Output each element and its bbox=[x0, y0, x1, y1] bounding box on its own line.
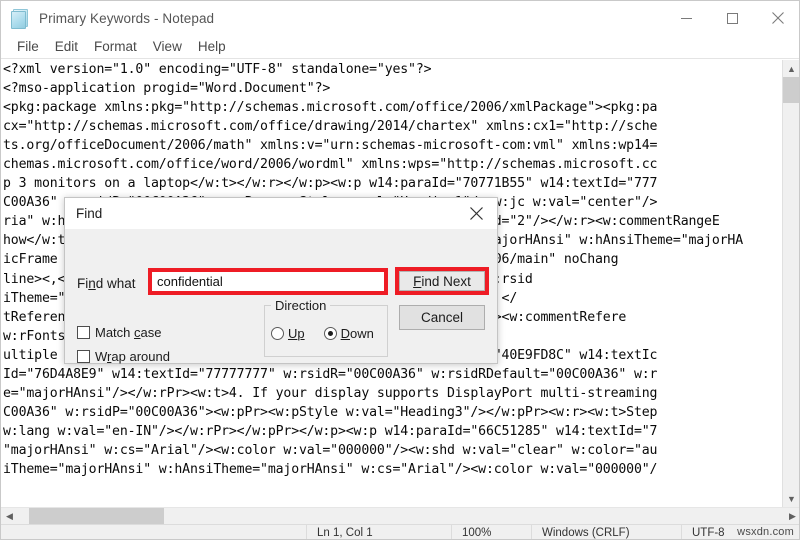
find-dialog-title-bar: Find bbox=[65, 198, 497, 229]
editor-line: <?mso-application progid="Word.Document"… bbox=[3, 81, 331, 97]
editor-line: C00A36" w:rsidP="00C00A36"><w:pPr><w:pSt… bbox=[3, 404, 658, 420]
window-title: Primary Keywords - Notepad bbox=[39, 10, 215, 26]
menu-format[interactable]: Format bbox=[86, 38, 145, 55]
editor-line: Id="76D4A8E9" w14:textId="77777777" w:rs… bbox=[3, 366, 658, 382]
vertical-scrollbar[interactable]: ▲ ▼ bbox=[782, 60, 799, 507]
radio-direction-down[interactable]: Down bbox=[323, 326, 374, 341]
status-zoom: 100% bbox=[451, 525, 531, 539]
find-what-label: Find what bbox=[77, 276, 136, 291]
wrap-around-checkbox-row[interactable]: Wrap around bbox=[77, 349, 170, 364]
minimize-icon[interactable] bbox=[663, 1, 709, 35]
status-line-ending: Windows (CRLF) bbox=[531, 525, 681, 539]
match-case-checkbox-row[interactable]: Match case bbox=[77, 325, 161, 340]
editor-line: chemas.microsoft.com/office/word/2006/wo… bbox=[3, 157, 658, 173]
find-what-input[interactable] bbox=[152, 272, 384, 291]
horizontal-scroll-thumb[interactable] bbox=[29, 508, 164, 525]
editor-line: cx="http://schemas.microsoft.com/office/… bbox=[3, 119, 658, 135]
status-bar: Ln 1, Col 1 100% Windows (CRLF) UTF-8 bbox=[1, 524, 799, 539]
menu-bar: File Edit Format View Help bbox=[1, 35, 799, 59]
match-case-checkbox[interactable] bbox=[77, 326, 90, 339]
editor-line: <pkg:package xmlns:pkg="http://schemas.m… bbox=[3, 100, 658, 116]
editor-line: <?xml version="1.0" encoding="UTF-8" sta… bbox=[3, 62, 432, 77]
editor-line: p 3 monitors on a laptop</w:t></w:r></w:… bbox=[3, 176, 658, 192]
editor-line: e="majorHAnsi"/></w:rPr><w:t>4. If your … bbox=[3, 385, 658, 401]
wrap-around-label: Wrap around bbox=[95, 349, 170, 364]
scroll-down-icon[interactable]: ▼ bbox=[783, 490, 799, 507]
menu-file[interactable]: File bbox=[9, 38, 47, 55]
radio-up-indicator bbox=[271, 327, 284, 340]
close-icon[interactable] bbox=[755, 1, 799, 35]
menu-help[interactable]: Help bbox=[190, 38, 234, 55]
radio-down-label: Down bbox=[340, 326, 374, 341]
menu-edit[interactable]: Edit bbox=[47, 38, 86, 55]
radio-down-indicator bbox=[323, 327, 337, 340]
notepad-icon bbox=[11, 8, 29, 29]
status-position: Ln 1, Col 1 bbox=[306, 525, 451, 539]
editor-line: iTheme="majorHAnsi" w:hAnsiTheme="majorH… bbox=[3, 461, 658, 477]
find-dialog: Find Find what Find Next Cancel Directio… bbox=[64, 197, 498, 364]
find-dialog-title: Find bbox=[76, 206, 103, 221]
scroll-left-icon[interactable]: ◀ bbox=[1, 508, 18, 525]
vertical-scroll-thumb[interactable] bbox=[783, 77, 799, 103]
scroll-right-icon[interactable]: ▶ bbox=[784, 508, 799, 525]
menu-view[interactable]: View bbox=[145, 38, 190, 55]
maximize-icon[interactable] bbox=[709, 1, 755, 35]
find-next-button[interactable]: Find Next bbox=[399, 271, 485, 291]
direction-label: Direction bbox=[271, 298, 331, 313]
scroll-up-icon[interactable]: ▲ bbox=[783, 60, 799, 77]
find-dialog-close-icon[interactable] bbox=[455, 198, 497, 229]
radio-direction-up[interactable]: Up bbox=[271, 326, 305, 341]
title-bar: Primary Keywords - Notepad bbox=[1, 1, 799, 35]
editor-line: "majorHAnsi" w:cs="Arial"/><w:color w:va… bbox=[3, 442, 658, 458]
cancel-button[interactable]: Cancel bbox=[399, 305, 485, 330]
wrap-around-checkbox[interactable] bbox=[77, 350, 90, 363]
find-dialog-body: Find what Find Next Cancel Direction Up … bbox=[65, 229, 497, 364]
watermark: wsxdn.com bbox=[737, 526, 794, 538]
editor-line: w:lang w:val="en-IN"/></w:rPr></w:pPr></… bbox=[3, 423, 658, 439]
match-case-label: Match case bbox=[95, 325, 162, 340]
direction-radio-group: Up Down bbox=[271, 326, 374, 341]
notepad-window: Primary Keywords - Notepad File Edit For… bbox=[0, 0, 800, 540]
radio-up-label: Up bbox=[288, 326, 305, 341]
horizontal-scrollbar[interactable]: ◀ ▶ bbox=[1, 507, 799, 525]
editor-line: ts.org/officeDocument/2006/math" xmlns:v… bbox=[3, 138, 658, 154]
status-spacer bbox=[1, 525, 306, 539]
window-controls bbox=[663, 1, 799, 35]
